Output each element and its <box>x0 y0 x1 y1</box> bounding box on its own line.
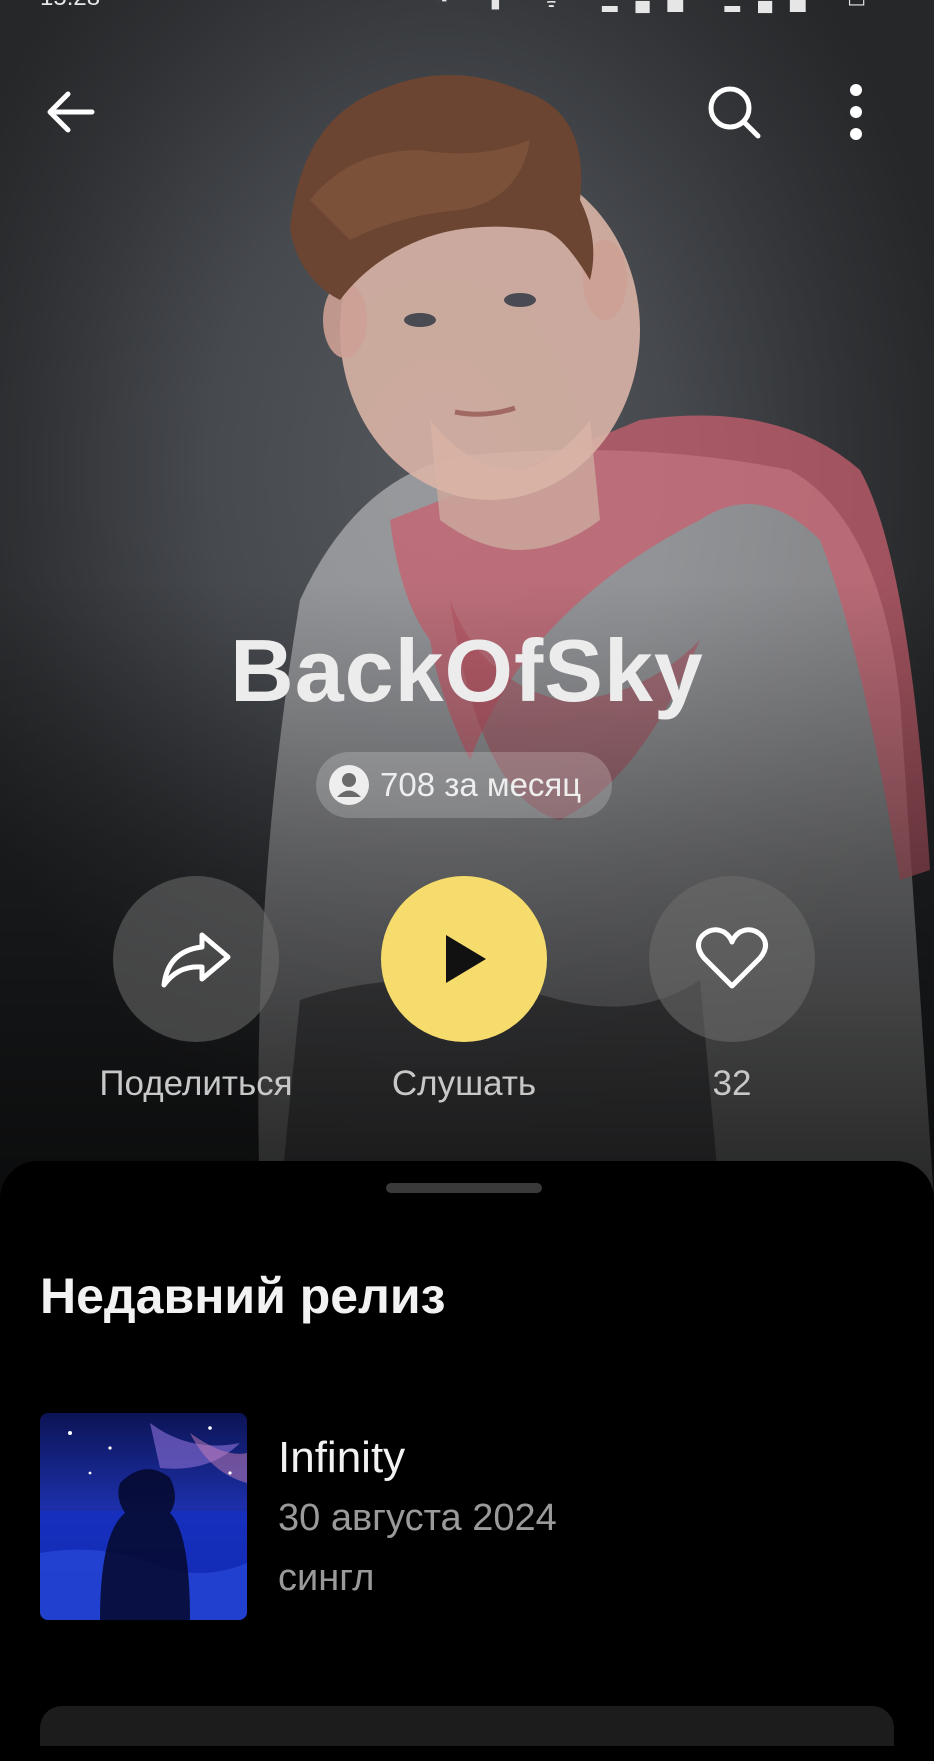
share-action[interactable]: Поделиться <box>46 876 346 1104</box>
content-sheet: Недавний релиз Infinity 30 августа 2024 … <box>0 1161 934 1761</box>
search-icon <box>708 86 761 139</box>
top-bar <box>0 70 934 160</box>
release-cover-art[interactable] <box>40 1413 247 1620</box>
more-options-button[interactable] <box>816 72 896 152</box>
status-icons: ◔ ▮ ᯤ ▂▄▆ ▂▄▆ ▭ <box>436 0 884 12</box>
recent-release-item[interactable]: Infinity 30 августа 2024 сингл <box>40 1413 900 1623</box>
monthly-listeners-chip: 708 за месяц <box>316 752 612 818</box>
recent-release-heading: Недавний релиз <box>40 1268 446 1324</box>
search-button[interactable] <box>694 72 774 152</box>
back-button[interactable] <box>30 72 110 152</box>
person-circle-icon <box>328 764 370 806</box>
monthly-listeners-text: 708 за месяц <box>380 766 582 803</box>
play-icon <box>446 935 486 983</box>
share-arrow-icon <box>161 932 231 988</box>
like-button[interactable] <box>649 876 815 1042</box>
artist-hero: 15:28 ◔ ▮ ᯤ ▂▄▆ ▂▄▆ ▭ BackOfSky <box>0 0 934 1200</box>
play-label: Слушать <box>391 1064 537 1103</box>
play-button[interactable] <box>381 876 547 1042</box>
share-label: Поделиться <box>99 1064 293 1103</box>
like-action[interactable]: 32 <box>582 876 882 1104</box>
heart-icon <box>696 927 768 989</box>
more-vertical-icon <box>850 84 862 140</box>
artist-name: BackOfSky <box>230 621 704 720</box>
sheet-drag-handle[interactable] <box>386 1183 542 1193</box>
status-time: 15:28 <box>40 0 100 12</box>
back-arrow-icon <box>47 91 95 133</box>
artist-actions: Поделиться Слушать 32 <box>0 876 934 1106</box>
release-date: 30 августа 2024 <box>278 1497 557 1539</box>
next-section-card <box>40 1706 894 1746</box>
status-bar: 15:28 ◔ ▮ ᯤ ▂▄▆ ▂▄▆ ▭ <box>0 0 934 12</box>
share-button[interactable] <box>113 876 279 1042</box>
release-title: Infinity <box>278 1433 406 1482</box>
play-action[interactable]: Слушать <box>314 876 614 1104</box>
release-type: сингл <box>278 1557 375 1599</box>
like-count: 32 <box>712 1064 752 1103</box>
